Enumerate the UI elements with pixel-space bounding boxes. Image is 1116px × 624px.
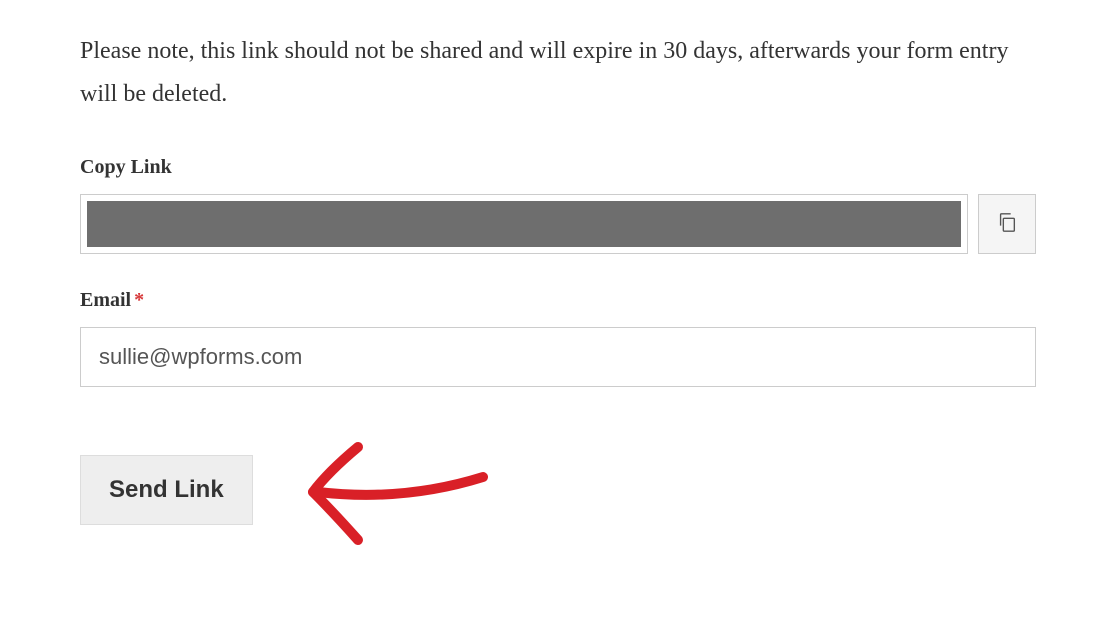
copy-link-value-redacted bbox=[87, 201, 961, 247]
copy-button[interactable] bbox=[978, 194, 1036, 254]
copy-link-field: Copy Link bbox=[80, 156, 1036, 254]
send-link-button[interactable]: Send Link bbox=[80, 455, 253, 525]
copy-link-label: Copy Link bbox=[80, 156, 1036, 179]
arrow-annotation bbox=[283, 422, 513, 557]
email-input[interactable] bbox=[80, 327, 1036, 387]
email-label: Email* bbox=[80, 289, 1036, 312]
copy-link-input-wrapper[interactable] bbox=[80, 194, 968, 254]
email-field: Email* bbox=[80, 289, 1036, 387]
email-label-text: Email bbox=[80, 289, 131, 311]
copy-icon bbox=[996, 211, 1018, 238]
required-indicator: * bbox=[134, 289, 144, 311]
notice-text: Please note, this link should not be sha… bbox=[80, 30, 1036, 116]
